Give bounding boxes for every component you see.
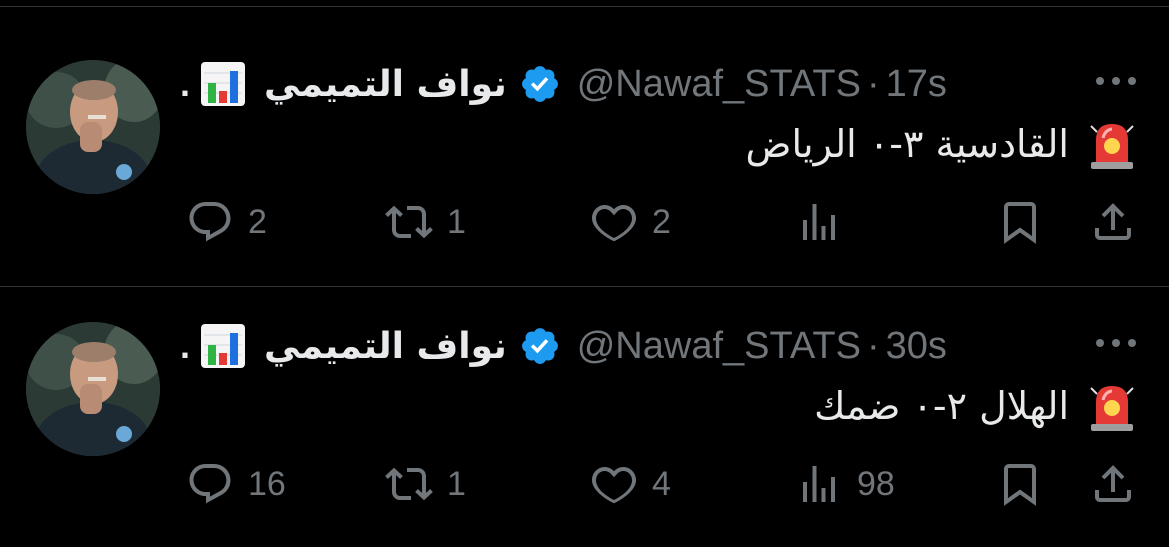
author-handle[interactable]: @Nawaf_STATS — [577, 63, 861, 106]
views-icon — [803, 204, 835, 240]
like-button[interactable]: 4 — [590, 452, 671, 516]
verified-badge-icon — [521, 328, 558, 364]
retweet-icon — [385, 205, 433, 239]
tweet-text-content: الهلال ٢-٠ ضمك — [814, 384, 1069, 428]
retweet-count: 1 — [447, 202, 466, 241]
reply-button[interactable]: 16 — [186, 452, 286, 516]
tweet-actions: 2 1 2 — [0, 190, 1169, 254]
retweet-icon — [385, 467, 433, 501]
dot-separator: · — [866, 324, 880, 367]
tweet[interactable]: . نواف التميمي @Nawaf_STATS · 30s الهلال… — [0, 262, 1169, 524]
reply-count: 2 — [248, 202, 267, 241]
share-icon — [1095, 465, 1131, 502]
name-dot: . — [180, 325, 191, 366]
bar-chart-icon — [201, 324, 246, 368]
reply-icon — [189, 202, 231, 242]
more-icon[interactable] — [1092, 74, 1140, 88]
heart-icon — [592, 205, 636, 242]
police-siren-icon — [1090, 386, 1134, 431]
more-icon[interactable] — [1092, 336, 1140, 350]
tweet-actions: 16 1 4 98 — [0, 452, 1169, 516]
tweet-header: . نواف التميمي @Nawaf_STATS · 17s — [180, 56, 947, 112]
tweet-text: الهلال ٢-٠ ضمك — [814, 374, 1135, 438]
views-button[interactable] — [795, 190, 843, 254]
name-dot: . — [180, 63, 191, 104]
like-count: 4 — [652, 464, 671, 503]
retweet-button[interactable]: 1 — [385, 190, 466, 254]
tweet-text-content: القادسية ٣-٠ الرياض — [745, 122, 1069, 166]
tweet-header: . نواف التميمي @Nawaf_STATS · 30s — [180, 318, 947, 374]
timestamp[interactable]: 17s — [886, 63, 947, 106]
views-count: 98 — [857, 464, 895, 503]
share-button[interactable] — [1089, 452, 1137, 516]
dot-separator: · — [866, 62, 880, 105]
tweet-text: القادسية ٣-٠ الرياض — [746, 112, 1135, 176]
reply-icon — [189, 464, 231, 504]
share-icon — [1095, 203, 1131, 240]
avatar[interactable] — [26, 322, 160, 456]
bookmark-button[interactable] — [996, 452, 1044, 516]
verified-badge-icon — [521, 66, 558, 102]
views-icon — [803, 466, 835, 502]
bookmark-icon — [1004, 464, 1036, 506]
tweet[interactable]: . نواف التميمي @Nawaf_STATS · 17s القادس… — [0, 0, 1169, 262]
like-button[interactable]: 2 — [590, 190, 671, 254]
reply-button[interactable]: 2 — [186, 190, 267, 254]
bookmark-icon — [1004, 202, 1036, 244]
bar-chart-icon — [201, 62, 246, 106]
retweet-button[interactable]: 1 — [385, 452, 466, 516]
share-button[interactable] — [1089, 190, 1137, 254]
author-name[interactable]: نواف التميمي — [264, 326, 507, 367]
police-siren-icon — [1090, 124, 1134, 169]
author-handle[interactable]: @Nawaf_STATS — [577, 325, 861, 368]
like-count: 2 — [652, 202, 671, 241]
retweet-count: 1 — [447, 464, 466, 503]
author-name[interactable]: نواف التميمي — [264, 64, 507, 105]
reply-count: 16 — [248, 464, 286, 503]
views-button[interactable]: 98 — [795, 452, 895, 516]
timestamp[interactable]: 30s — [886, 325, 947, 368]
bookmark-button[interactable] — [996, 190, 1044, 254]
heart-icon — [592, 467, 636, 504]
avatar[interactable] — [26, 60, 160, 194]
